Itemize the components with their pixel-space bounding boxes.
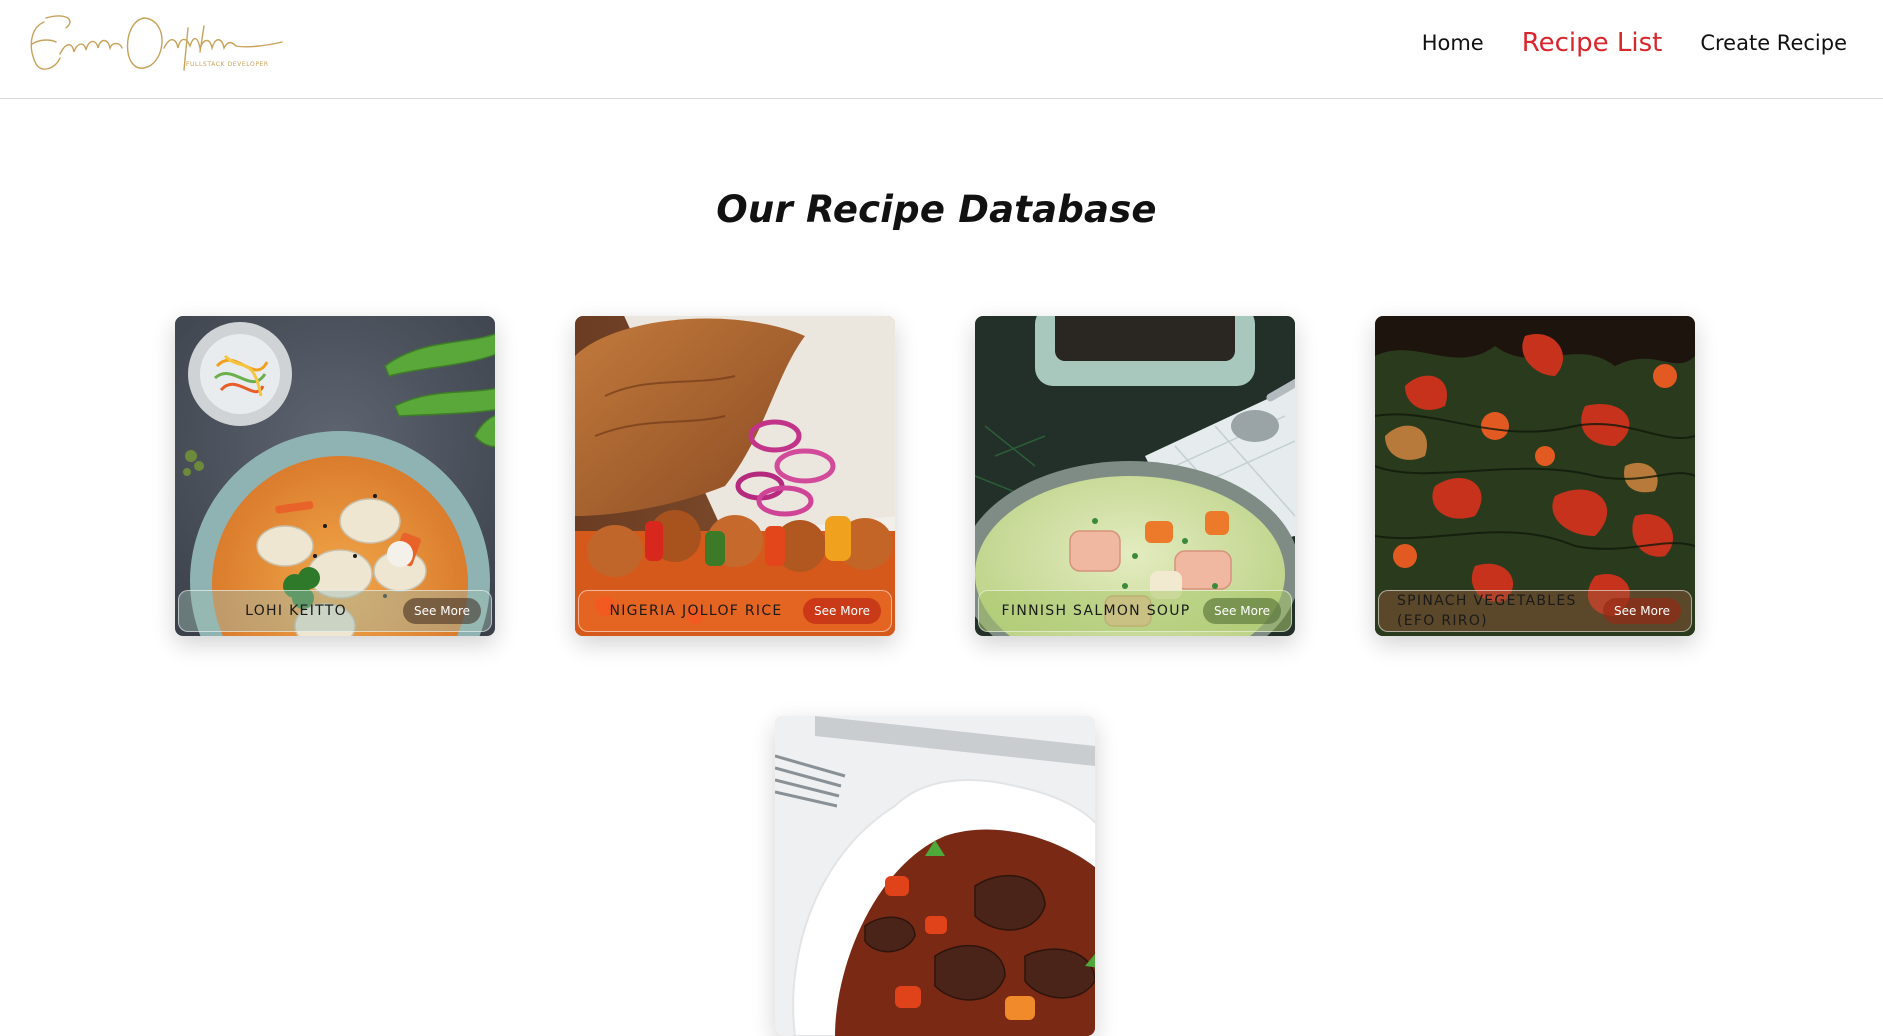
- see-more-button[interactable]: See More: [403, 598, 481, 624]
- recipe-card[interactable]: LOHI KEITTO See More: [175, 316, 495, 636]
- logo-tagline: FULLSTACK DEVELOPER: [186, 61, 269, 68]
- recipe-image: [975, 316, 1295, 636]
- nav-recipe-list[interactable]: Recipe List: [1522, 28, 1663, 58]
- recipe-title: SPINACH VEGETABLES (EFO RIRO): [1397, 593, 1577, 629]
- site-header: FULLSTACK DEVELOPER Home Recipe List Cre…: [0, 0, 1883, 99]
- brand-logo[interactable]: FULLSTACK DEVELOPER: [26, 8, 286, 78]
- see-more-button[interactable]: See More: [803, 598, 881, 624]
- recipe-card[interactable]: NIGERIA JOLLOF RICE See More: [575, 316, 895, 636]
- signature-logo: FULLSTACK DEVELOPER: [30, 15, 283, 71]
- recipe-image: [575, 316, 895, 636]
- see-more-button[interactable]: See More: [1203, 598, 1281, 624]
- recipe-image: [1375, 316, 1695, 636]
- recipe-title: FINNISH SALMON SOUP: [1001, 603, 1191, 619]
- recipe-card[interactable]: SPINACH VEGETABLES (EFO RIRO) See More: [1375, 316, 1695, 636]
- recipe-card[interactable]: [775, 716, 1095, 1036]
- recipe-caption-bar: SPINACH VEGETABLES (EFO RIRO) See More: [1378, 590, 1692, 632]
- recipe-title: NIGERIA JOLLOF RICE: [609, 603, 783, 619]
- recipe-card[interactable]: FINNISH SALMON SOUP See More: [975, 316, 1295, 636]
- recipe-caption-bar: FINNISH SALMON SOUP See More: [978, 590, 1292, 632]
- nav-create-recipe[interactable]: Create Recipe: [1700, 31, 1847, 55]
- recipe-title: LOHI KEITTO: [245, 603, 347, 619]
- recipe-image: [175, 316, 495, 636]
- recipe-caption-bar: LOHI KEITTO See More: [178, 590, 492, 632]
- main-nav: Home Recipe List Create Recipe: [1422, 0, 1847, 86]
- page-title: Our Recipe Database: [716, 188, 1157, 231]
- nav-home[interactable]: Home: [1422, 31, 1484, 55]
- see-more-button[interactable]: See More: [1603, 598, 1681, 624]
- recipe-image: [775, 716, 1095, 1036]
- recipe-caption-bar: NIGERIA JOLLOF RICE See More: [578, 590, 892, 632]
